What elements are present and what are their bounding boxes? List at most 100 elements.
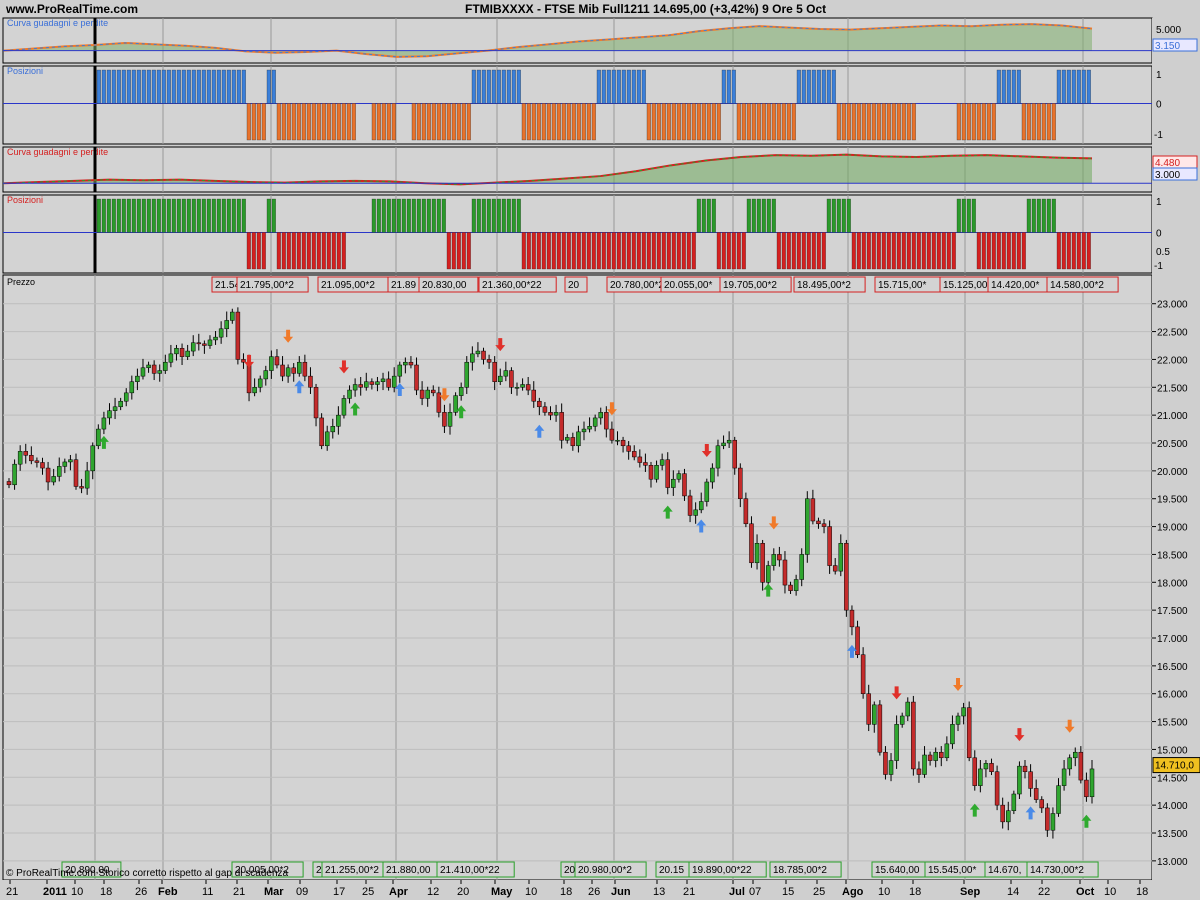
candle-body: [397, 364, 403, 377]
candle-body: [319, 417, 324, 447]
short-bar: [741, 103, 746, 141]
short-bar: [636, 232, 641, 270]
candle-body: [425, 389, 430, 399]
price-tick-label: 15.500: [1157, 718, 1188, 729]
short-bar: [246, 232, 251, 270]
x-tick-label: Apr: [389, 886, 409, 898]
long-bar: [611, 69, 616, 104]
candle-body: [174, 348, 179, 355]
price-tick-label: 22.500: [1157, 328, 1188, 339]
short-bar: [686, 103, 691, 141]
candle-body: [163, 361, 168, 371]
candle-body: [1033, 788, 1039, 800]
long-bar: [141, 69, 146, 104]
candle-body: [498, 375, 503, 382]
long-bar: [1066, 69, 1071, 104]
candle-body: [738, 467, 743, 499]
price-tick-label: 17.000: [1157, 634, 1188, 645]
trade-label-bottom: 21.880,00: [386, 865, 431, 876]
candle-body: [230, 311, 235, 321]
x-tick-label: 2011: [43, 886, 67, 898]
x-tick-label: 10: [1104, 886, 1116, 898]
trade-label-bottom: 14.670,: [988, 865, 1021, 876]
short-bar: [781, 103, 786, 141]
candle-body: [1089, 768, 1095, 798]
short-bar: [921, 232, 926, 270]
candle-body: [520, 384, 525, 388]
short-bar: [671, 232, 676, 270]
candle-body: [581, 428, 587, 433]
short-bar: [721, 232, 726, 270]
short-bar: [431, 103, 436, 141]
candle-body: [894, 724, 899, 761]
long-bar: [371, 198, 376, 233]
candle-body: [347, 389, 352, 399]
candle-body: [620, 439, 626, 447]
short-bar: [871, 232, 876, 270]
candle-body: [297, 361, 302, 374]
candle-body: [866, 693, 871, 725]
candle-body: [983, 763, 989, 770]
price-tick-label: 21.000: [1157, 411, 1188, 422]
candle-body: [1000, 804, 1005, 823]
candle-body: [838, 543, 844, 572]
long-bar: [101, 198, 106, 233]
short-bar: [386, 103, 391, 141]
x-tick-label: 25: [362, 886, 374, 898]
candle-body: [832, 565, 838, 572]
candle-body: [218, 328, 224, 338]
short-bar: [821, 232, 826, 270]
x-tick-label: 26: [135, 886, 147, 898]
short-bar: [586, 103, 591, 141]
candle-body: [637, 456, 643, 463]
short-bar: [526, 103, 531, 141]
candle-body: [609, 428, 615, 441]
long-bar: [391, 198, 396, 233]
short-bar: [701, 103, 706, 141]
long-bar: [706, 198, 711, 233]
short-bar: [661, 232, 666, 270]
long-bar: [156, 69, 161, 104]
short-bar: [681, 103, 686, 141]
long-bar: [731, 69, 736, 104]
candle-body: [1050, 813, 1056, 831]
short-bar: [801, 232, 806, 270]
long-bar: [1056, 69, 1061, 104]
short-bar: [456, 103, 461, 141]
long-bar: [106, 198, 111, 233]
long-bar: [476, 69, 481, 104]
short-bar: [601, 232, 606, 270]
price-tick-label: 22.000: [1157, 355, 1188, 366]
short-bar: [446, 103, 451, 141]
short-bar: [316, 232, 321, 270]
long-bar: [1006, 69, 1011, 104]
candle-body: [84, 470, 90, 489]
positions2-label: Posizioni: [7, 195, 43, 205]
short-bar: [836, 103, 841, 141]
long-bar: [1001, 69, 1006, 104]
x-tick-label: 13: [653, 886, 665, 898]
price-tick-label: 16.500: [1157, 662, 1188, 673]
long-bar: [721, 69, 726, 104]
long-bar: [516, 69, 521, 104]
long-bar: [486, 198, 491, 233]
short-bar: [786, 103, 791, 141]
short-bar: [461, 232, 466, 270]
short-bar: [631, 232, 636, 270]
short-bar: [656, 232, 661, 270]
candle-body: [710, 467, 715, 483]
long-bar: [1076, 69, 1081, 104]
candle-body: [135, 375, 140, 382]
candle-body: [1045, 807, 1050, 831]
short-bar: [326, 103, 331, 141]
long-bar: [606, 69, 611, 104]
long-bar: [271, 198, 276, 233]
short-bar: [646, 103, 651, 141]
short-bar: [1001, 232, 1006, 270]
candle-body: [140, 367, 146, 377]
short-bar: [981, 103, 986, 141]
x-tick-label: 17: [333, 886, 345, 898]
short-bar: [326, 232, 331, 270]
short-bar: [611, 232, 616, 270]
positions2-tick: 0.5: [1156, 247, 1170, 258]
